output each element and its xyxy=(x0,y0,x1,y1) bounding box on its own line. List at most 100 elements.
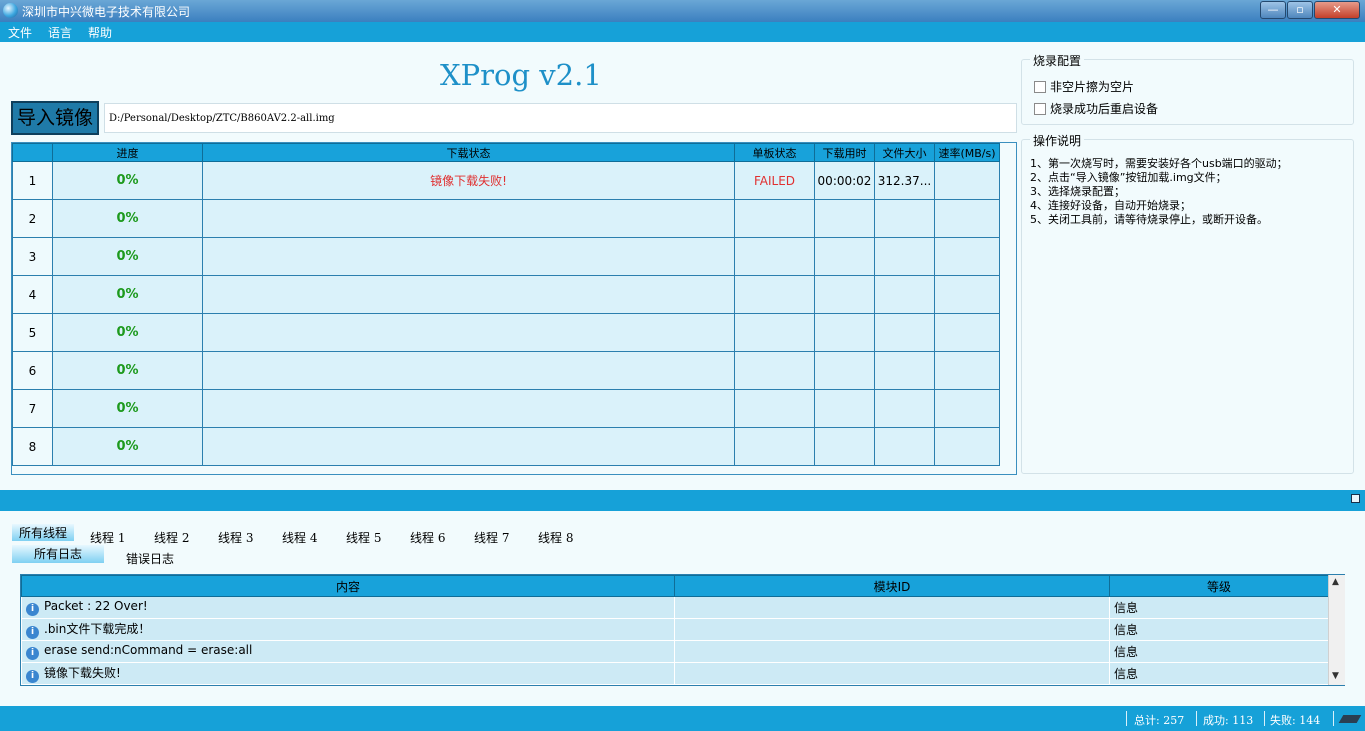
instruction-line: 5、关闭工具前，请等待烧录停止，或断开设备。 xyxy=(1030,213,1268,226)
maximize-button[interactable]: ▫ xyxy=(1287,1,1313,19)
scroll-down-icon[interactable]: ▼ xyxy=(1332,671,1339,681)
tab-error-logs[interactable]: 错误日志 xyxy=(126,550,174,567)
row-file-size xyxy=(874,275,935,314)
row-download-time xyxy=(814,199,875,238)
app-logo-icon xyxy=(3,3,18,18)
log-row[interactable]: i Packet : 22 Over! 信息 xyxy=(21,596,1329,619)
table-row[interactable]: 8 0% xyxy=(12,427,1000,466)
row-download-status xyxy=(202,237,735,276)
tab-thread-3[interactable]: 线程 3 xyxy=(218,529,253,546)
info-icon: i xyxy=(26,603,39,616)
minimize-button[interactable]: — xyxy=(1260,1,1286,19)
row-index: 2 xyxy=(12,199,53,238)
device-icon xyxy=(1338,715,1362,723)
row-download-status xyxy=(202,275,735,314)
log-content: i erase send:nCommand = erase:all xyxy=(21,640,675,663)
reboot-after-success-checkbox[interactable] xyxy=(1034,103,1046,115)
log-scrollbar[interactable]: ▲ ▼ xyxy=(1328,575,1345,685)
status-separator xyxy=(1333,711,1334,726)
instructions-panel: 操作说明 1、第一次烧写时，需要安装好各个usb端口的驱动； 2、点击“导入镜像… xyxy=(1021,132,1354,474)
menu-file[interactable]: 文件 xyxy=(8,24,32,41)
row-index: 3 xyxy=(12,237,53,276)
row-download-status: 镜像下载失败! xyxy=(202,161,735,200)
row-download-time xyxy=(814,351,875,390)
table-row[interactable]: 7 0% xyxy=(12,389,1000,428)
tab-all-logs[interactable]: 所有日志 xyxy=(12,545,104,563)
table-row[interactable]: 5 0% xyxy=(12,313,1000,352)
col-header-rate: 速率(MB/s) xyxy=(934,143,1000,162)
log-table: 内容 模块ID 等级 i Packet : 22 Over! 信息 i .bin文件… xyxy=(21,575,1329,685)
row-board-status: FAILED xyxy=(734,161,815,200)
col-header-board-status: 单板状态 xyxy=(734,143,815,162)
row-rate xyxy=(934,161,1000,200)
log-module xyxy=(674,596,1110,619)
col-header-module-id: 模块ID xyxy=(674,575,1110,597)
row-index: 1 xyxy=(12,161,53,200)
log-module xyxy=(674,662,1110,685)
status-separator xyxy=(1126,711,1127,726)
info-icon: i xyxy=(26,647,39,660)
row-file-size xyxy=(874,199,935,238)
row-board-status xyxy=(734,427,815,466)
log-module xyxy=(674,640,1110,663)
option-label: 烧录成功后重启设备 xyxy=(1050,102,1159,116)
log-content: i Packet : 22 Over! xyxy=(21,596,675,619)
table-row[interactable]: 6 0% xyxy=(12,351,1000,390)
burn-config-title: 烧录配置 xyxy=(1030,52,1085,69)
log-content-text: erase send:nCommand = erase:all xyxy=(44,643,253,657)
table-row[interactable]: 3 0% xyxy=(12,237,1000,276)
row-file-size xyxy=(874,389,935,428)
row-progress: 0% xyxy=(52,351,203,390)
option-label: 非空片擦为空片 xyxy=(1050,80,1135,94)
option-reboot-after-success[interactable]: 烧录成功后重启设备 xyxy=(1034,100,1158,117)
image-path-field[interactable]: D:/Personal/Desktop/ZTC/B860AV2.2-all.im… xyxy=(104,103,1017,133)
row-rate xyxy=(934,351,1000,390)
row-index: 8 xyxy=(12,427,53,466)
table-row[interactable]: 2 0% xyxy=(12,199,1000,238)
tab-thread-6[interactable]: 线程 6 xyxy=(410,529,445,546)
info-icon: i xyxy=(26,670,39,683)
row-progress: 0% xyxy=(52,313,203,352)
row-progress: 0% xyxy=(52,237,203,276)
restore-panel-icon[interactable] xyxy=(1351,494,1360,503)
row-index: 4 xyxy=(12,275,53,314)
row-rate xyxy=(934,199,1000,238)
log-row[interactable]: i erase send:nCommand = erase:all 信息 xyxy=(21,640,1329,663)
tab-thread-2[interactable]: 线程 2 xyxy=(154,529,189,546)
row-file-size xyxy=(874,237,935,276)
tab-all-threads[interactable]: 所有线程 xyxy=(12,524,74,541)
table-row[interactable]: 1 0% 镜像下载失败! FAILED 00:00:02 312.37... xyxy=(12,161,1000,200)
menu-bar: 文件 语言 帮助 xyxy=(0,22,1365,42)
row-download-time xyxy=(814,389,875,428)
row-file-size xyxy=(874,313,935,352)
row-board-status xyxy=(734,199,815,238)
row-index: 6 xyxy=(12,351,53,390)
instructions-title: 操作说明 xyxy=(1030,132,1085,149)
tab-thread-7[interactable]: 线程 7 xyxy=(474,529,509,546)
row-rate xyxy=(934,427,1000,466)
log-row[interactable]: i .bin文件下载完成！ 信息 xyxy=(21,618,1329,641)
splitter-bar[interactable] xyxy=(0,490,1365,511)
log-content: i .bin文件下载完成！ xyxy=(21,618,675,641)
close-button[interactable]: ✕ xyxy=(1314,1,1360,19)
log-row[interactable]: i 镜像下载失败! 信息 xyxy=(21,662,1329,685)
status-separator xyxy=(1264,711,1265,726)
import-image-button[interactable]: 导入镜像 xyxy=(11,101,99,135)
row-download-status xyxy=(202,351,735,390)
row-progress: 0% xyxy=(52,199,203,238)
erase-nonblank-checkbox[interactable] xyxy=(1034,81,1046,93)
burn-config-panel: 烧录配置 非空片擦为空片 烧录成功后重启设备 xyxy=(1021,52,1354,125)
tab-thread-8[interactable]: 线程 8 xyxy=(538,529,573,546)
app-title: XProg v2.1 xyxy=(440,58,602,92)
tab-thread-5[interactable]: 线程 5 xyxy=(346,529,381,546)
option-erase-nonblank[interactable]: 非空片擦为空片 xyxy=(1034,78,1134,95)
tab-thread-4[interactable]: 线程 4 xyxy=(282,529,317,546)
table-row[interactable]: 4 0% xyxy=(12,275,1000,314)
menu-language[interactable]: 语言 xyxy=(48,24,72,41)
log-module xyxy=(674,618,1110,641)
scroll-up-icon[interactable]: ▲ xyxy=(1332,577,1339,587)
menu-help[interactable]: 帮助 xyxy=(88,24,112,41)
log-content-text: Packet : 22 Over! xyxy=(44,599,148,613)
row-board-status xyxy=(734,237,815,276)
tab-thread-1[interactable]: 线程 1 xyxy=(90,529,125,546)
